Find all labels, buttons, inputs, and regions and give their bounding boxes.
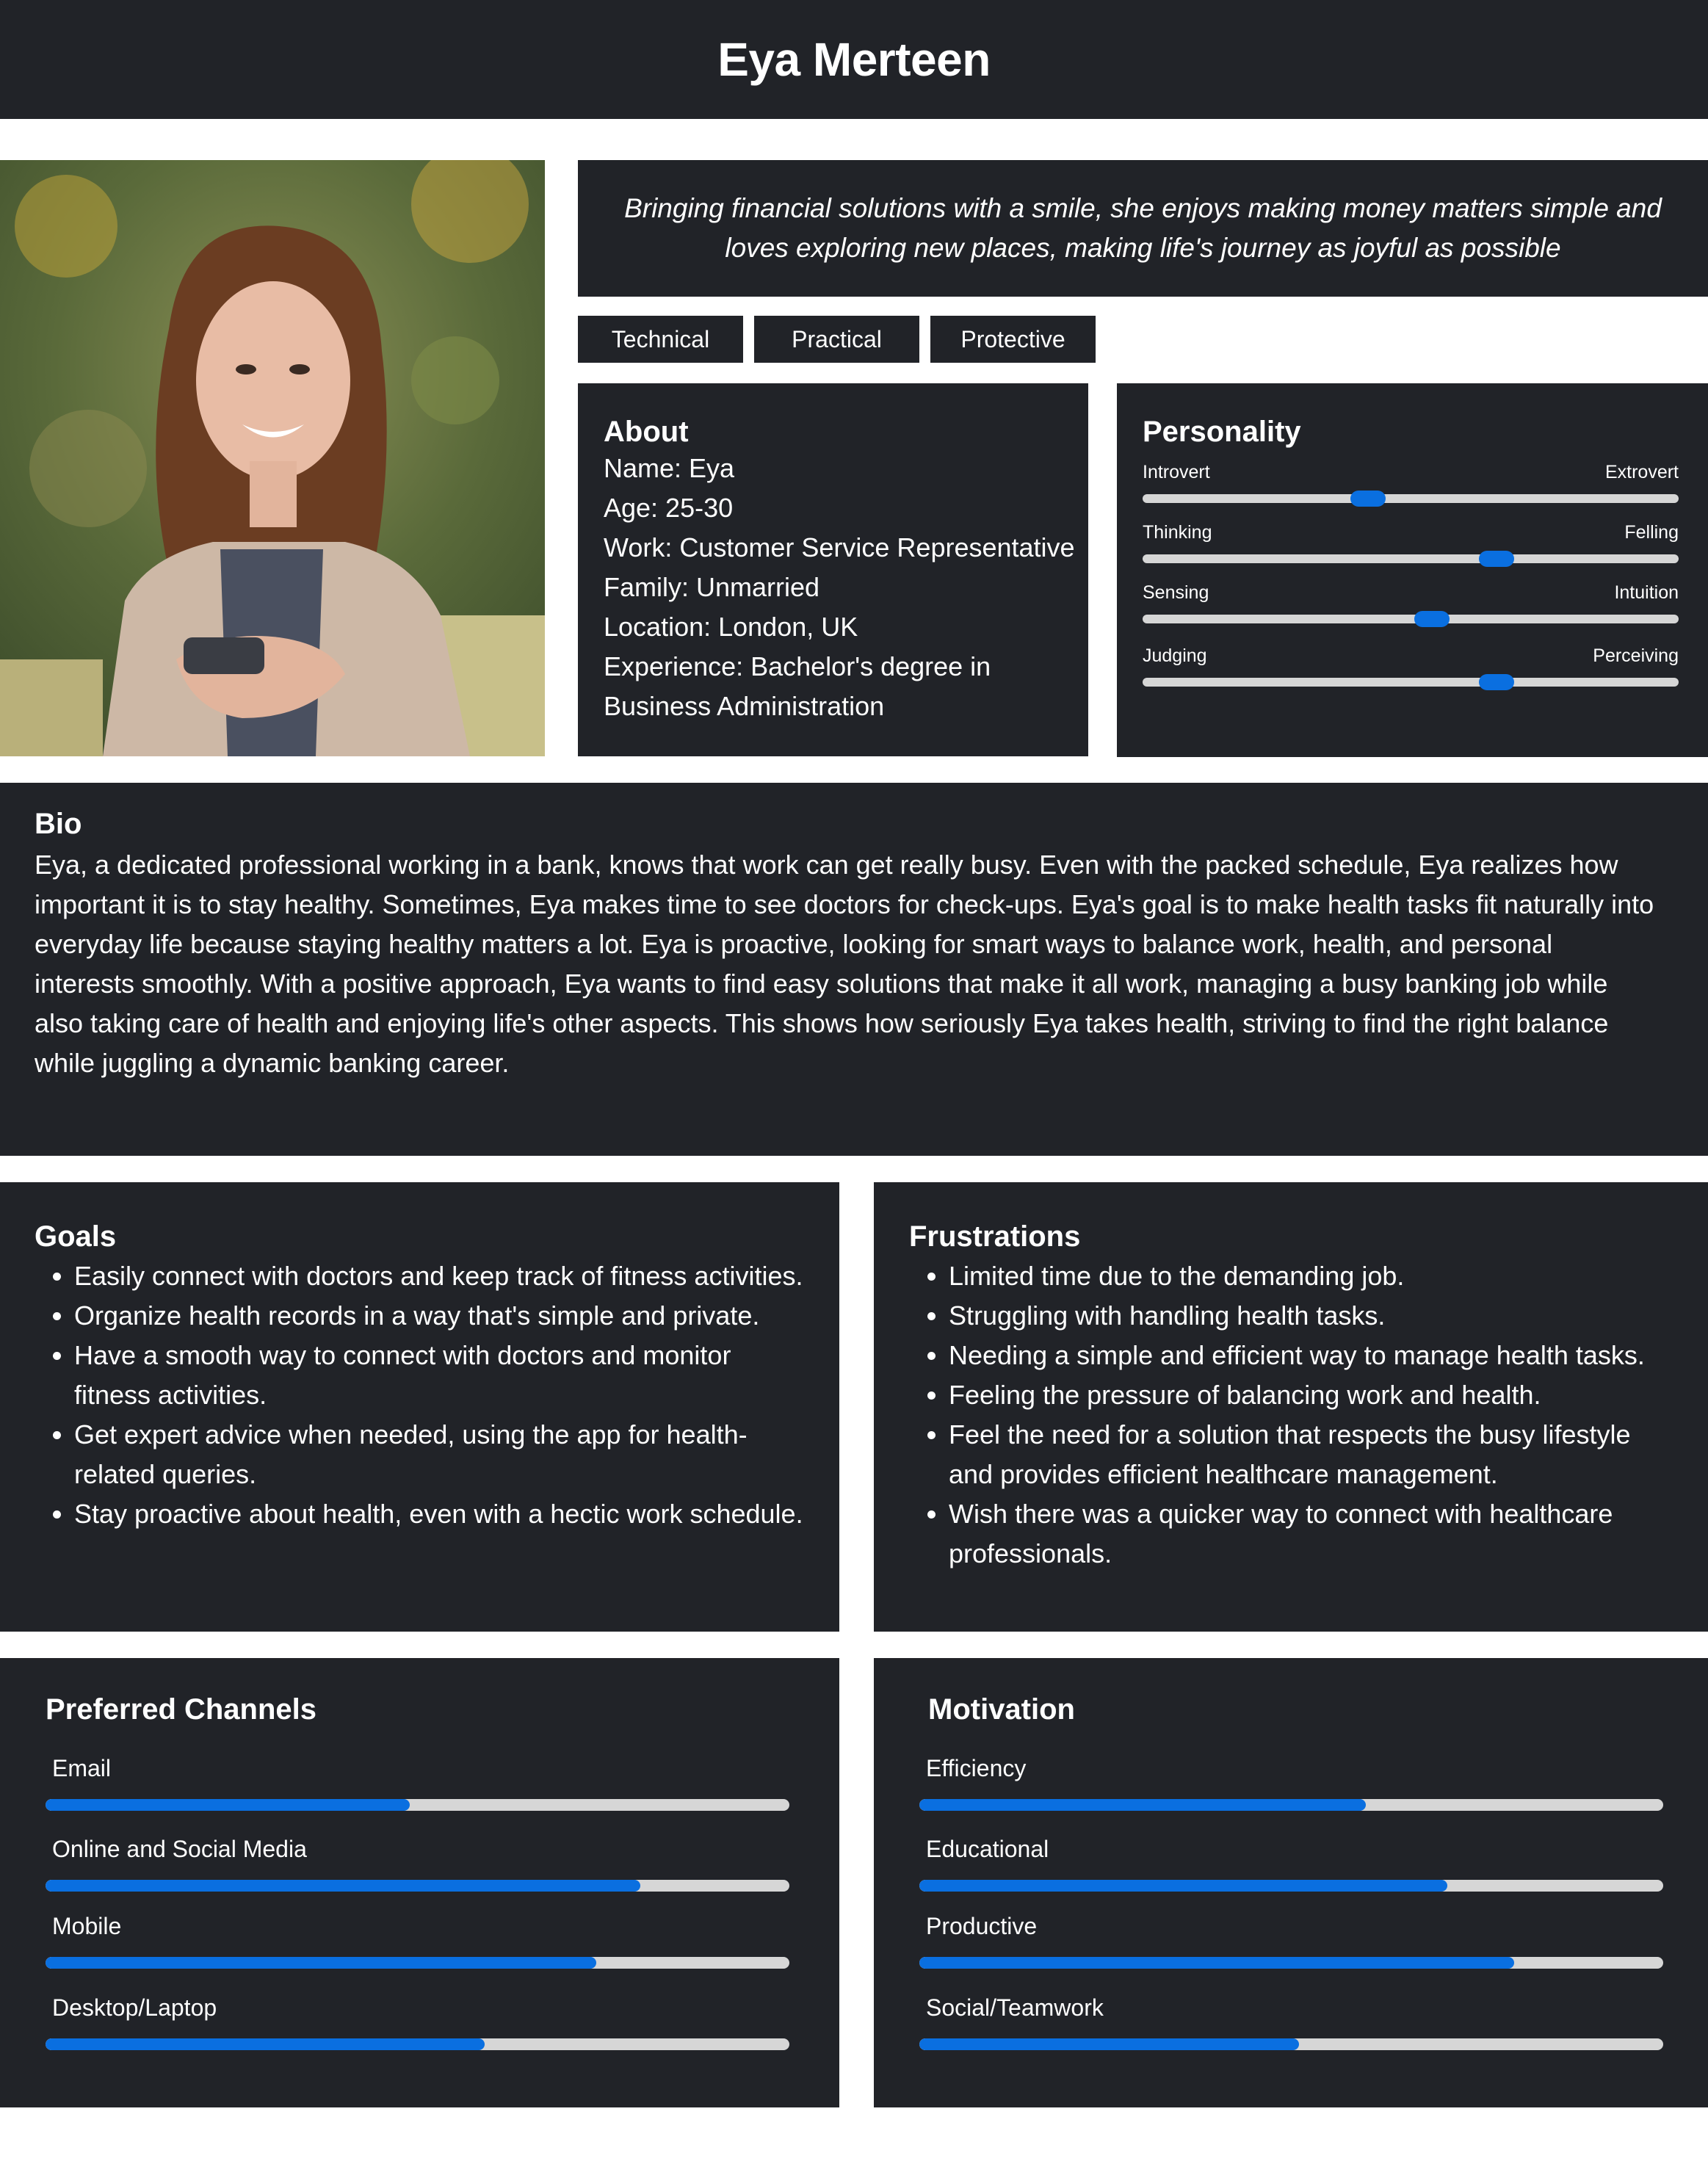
motivation-meter-productive: Productive	[919, 1913, 1663, 1969]
trait-slider	[1143, 611, 1679, 627]
bio-title: Bio	[35, 808, 82, 840]
channel-track	[46, 1957, 789, 1969]
about-title: About	[604, 416, 689, 448]
list-item: Easily connect with doctors and keep tra…	[74, 1256, 810, 1296]
trait-left-label: Thinking	[1143, 522, 1212, 543]
persona-photo	[0, 160, 545, 756]
trait-knob	[1478, 551, 1514, 567]
tag-practical: Practical	[754, 316, 919, 363]
channel-track	[46, 2038, 789, 2050]
about-experience-cont: Business Administration	[604, 691, 885, 721]
motivation-track	[919, 1957, 1663, 1969]
about-family: Family: Unmarried	[604, 572, 820, 602]
persona-quote: Bringing financial solutions with a smil…	[624, 193, 1662, 263]
motivation-label: Social/Teamwork	[926, 1994, 1104, 2021]
trait-sensing-intuition: Sensing Intuition	[1143, 569, 1679, 629]
motivation-panel: Motivation Efficiency Educational Produc…	[874, 1658, 1708, 2107]
channel-track	[46, 1799, 789, 1811]
list-item: Struggling with handling health tasks.	[949, 1296, 1679, 1336]
motivation-label: Productive	[926, 1913, 1038, 1939]
trait-right-label: Perceiving	[1593, 645, 1679, 666]
trait-slider	[1143, 674, 1679, 690]
motivation-label: Efficiency	[926, 1755, 1027, 1781]
motivation-fill	[919, 2038, 1299, 2050]
list-item: Feeling the pressure of balancing work a…	[949, 1375, 1679, 1415]
list-item: Feel the need for a solution that respec…	[949, 1415, 1679, 1494]
motivation-fill	[919, 1957, 1515, 1969]
personality-title: Personality	[1143, 416, 1301, 448]
trait-knob	[1350, 491, 1386, 507]
channel-meter-desktop: Desktop/Laptop	[46, 1994, 789, 2050]
list-item: Stay proactive about health, even with a…	[74, 1494, 810, 1534]
trait-right-label: Felling	[1624, 522, 1679, 543]
list-item: Limited time due to the demanding job.	[949, 1256, 1679, 1296]
trait-left-label: Sensing	[1143, 582, 1209, 603]
motivation-track	[919, 1880, 1663, 1892]
trait-knob	[1478, 674, 1514, 690]
channel-meter-online: Online and Social Media	[46, 1836, 789, 1892]
channel-fill	[46, 2038, 485, 2050]
list-item: Wish there was a quicker way to connect …	[949, 1494, 1679, 1574]
tag-technical: Technical	[578, 316, 743, 363]
trait-thinking-feeling: Thinking Felling	[1143, 509, 1679, 569]
trait-knob	[1414, 611, 1450, 627]
goals-panel: Goals Easily connect with doctors and ke…	[0, 1182, 839, 1632]
personality-panel: Personality Introvert Extrovert Thinking F…	[1117, 383, 1708, 757]
channel-fill	[46, 1880, 641, 1892]
trait-left-label: Judging	[1143, 645, 1207, 666]
channel-track	[46, 1880, 789, 1892]
about-work: Work: Customer Service Representative	[604, 532, 1075, 562]
list-item: Organize health records in a way that's …	[74, 1296, 810, 1336]
channels-panel: Preferred Channels Email Online and Soci…	[0, 1658, 839, 2107]
motivation-title: Motivation	[928, 1693, 1075, 1726]
bio-panel: Bio Eya, a dedicated professional workin…	[0, 783, 1708, 1156]
goals-title: Goals	[35, 1220, 117, 1253]
persona-name: Eya Merteen	[717, 33, 991, 86]
motivation-label: Educational	[926, 1836, 1049, 1862]
trait-right-label: Intuition	[1614, 582, 1679, 603]
persona-tags: Technical Practical Protective	[578, 316, 1096, 363]
channel-fill	[46, 1957, 596, 1969]
channel-fill	[46, 1799, 410, 1811]
frustrations-panel: Frustrations Limited time due to the dem…	[874, 1182, 1708, 1632]
about-experience: Experience: Bachelor's degree in	[604, 651, 991, 681]
motivation-track	[919, 2038, 1663, 2050]
about-age: Age: 25-30	[604, 493, 734, 523]
about-name: Name: Eya	[604, 453, 735, 483]
motivation-meter-efficiency: Efficiency	[919, 1755, 1663, 1811]
motivation-meter-educational: Educational	[919, 1836, 1663, 1892]
list-item: Have a smooth way to connect with doctor…	[74, 1336, 810, 1415]
bio-text: Eya, a dedicated professional working in…	[35, 850, 1654, 1078]
channel-meter-email: Email	[46, 1755, 789, 1811]
trait-judging-perceiving: Judging Perceiving	[1143, 632, 1679, 692]
motivation-fill	[919, 1799, 1366, 1811]
frustrations-list: Limited time due to the demanding job. S…	[909, 1256, 1679, 1574]
tag-protective: Protective	[930, 316, 1096, 363]
motivation-meter-social: Social/Teamwork	[919, 1994, 1663, 2050]
trait-slider	[1143, 551, 1679, 567]
channel-label: Desktop/Laptop	[52, 1994, 217, 2021]
about-panel: About Name: Eya Age: 25-30 Work: Custome…	[578, 383, 1088, 756]
channel-label: Online and Social Media	[52, 1836, 307, 1862]
trait-right-label: Extrovert	[1604, 462, 1679, 482]
persona-quote-box: Bringing financial solutions with a smil…	[578, 160, 1708, 297]
channel-label: Mobile	[52, 1913, 122, 1939]
trait-left-label: Introvert	[1143, 462, 1210, 482]
goals-list: Easily connect with doctors and keep tra…	[35, 1256, 810, 1534]
frustrations-title: Frustrations	[909, 1220, 1081, 1253]
motivation-track	[919, 1799, 1663, 1811]
channel-meter-mobile: Mobile	[46, 1913, 789, 1969]
channels-title: Preferred Channels	[46, 1693, 317, 1726]
trait-slider	[1143, 491, 1679, 507]
header-bar: Eya Merteen	[0, 0, 1708, 119]
list-item: Needing a simple and efficient way to ma…	[949, 1336, 1679, 1375]
channel-label: Email	[52, 1755, 112, 1781]
motivation-fill	[919, 1880, 1448, 1892]
about-location: Location: London, UK	[604, 612, 858, 642]
trait-introvert-extrovert: Introvert Extrovert	[1143, 449, 1679, 509]
list-item: Get expert advice when needed, using the…	[74, 1415, 810, 1494]
